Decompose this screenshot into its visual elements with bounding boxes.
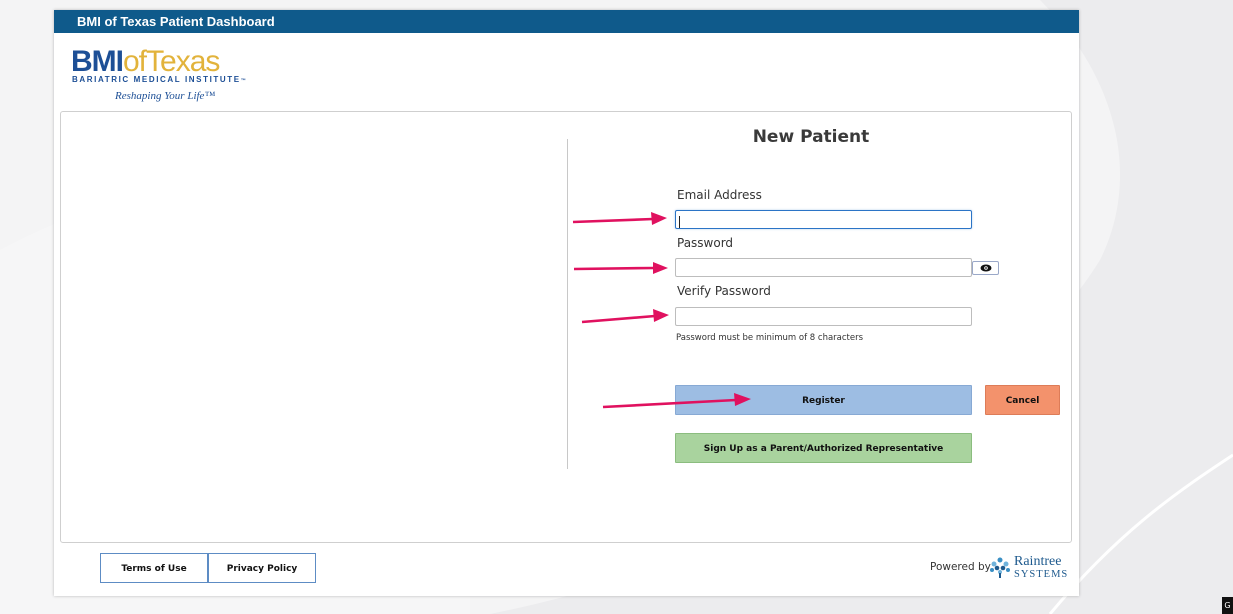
logo-texas: Texas: [146, 45, 220, 78]
password-label: Password: [677, 236, 734, 250]
powered-by-label: Powered by: [930, 561, 991, 573]
signup-parent-button[interactable]: Sign Up as a Parent/Authorized Represent…: [675, 433, 972, 463]
terms-of-use-button[interactable]: Terms of Use: [100, 553, 208, 583]
verify-password-input[interactable]: [675, 307, 972, 326]
window-title: BMI of Texas Patient Dashboard: [54, 10, 1079, 33]
raintree-name: Raintree: [1014, 554, 1062, 569]
arrow-email: [572, 217, 654, 224]
logo-bmi: BMI: [71, 45, 124, 78]
arrow-verify: [581, 314, 656, 324]
logo-subtitle: BARIATRIC MEDICAL INSTITUTE™: [72, 75, 247, 84]
logo-of: of: [123, 45, 147, 78]
show-password-button[interactable]: [972, 261, 999, 275]
logo-subtitle-text: BARIATRIC MEDICAL INSTITUTE: [72, 75, 241, 84]
password-input[interactable]: [675, 258, 972, 277]
register-button[interactable]: Register: [675, 385, 972, 415]
privacy-policy-button[interactable]: Privacy Policy: [208, 553, 316, 583]
eye-icon: [980, 264, 991, 272]
raintree-systems: SYSTEMS: [1014, 569, 1069, 580]
registration-card: New Patient Email Address Password Verif…: [60, 111, 1072, 543]
text-cursor: [679, 216, 680, 228]
raintree-wordmark: Raintree SYSTEMS: [1014, 554, 1076, 581]
logo-wordmark: BMIofTexas: [71, 45, 220, 78]
form-heading: New Patient: [752, 127, 870, 147]
arrow-password: [573, 266, 655, 271]
cancel-button[interactable]: Cancel: [985, 385, 1060, 415]
column-divider: [567, 139, 568, 469]
corner-badge: G: [1222, 597, 1233, 614]
bmi-logo: BMIofTexas BARIATRIC MEDICAL INSTITUTE™ …: [71, 47, 261, 107]
logo-trademark: ™: [240, 78, 248, 84]
verify-password-label: Verify Password: [677, 284, 771, 298]
raintree-logo-icon: [990, 557, 1010, 578]
dashboard-panel: BMI of Texas Patient Dashboard BMIofTexa…: [54, 10, 1079, 596]
password-hint: Password must be minimum of 8 characters: [676, 333, 864, 343]
email-label: Email Address: [677, 188, 762, 202]
email-input[interactable]: [675, 210, 972, 229]
logo-tagline: Reshaping Your Life™: [115, 90, 216, 102]
